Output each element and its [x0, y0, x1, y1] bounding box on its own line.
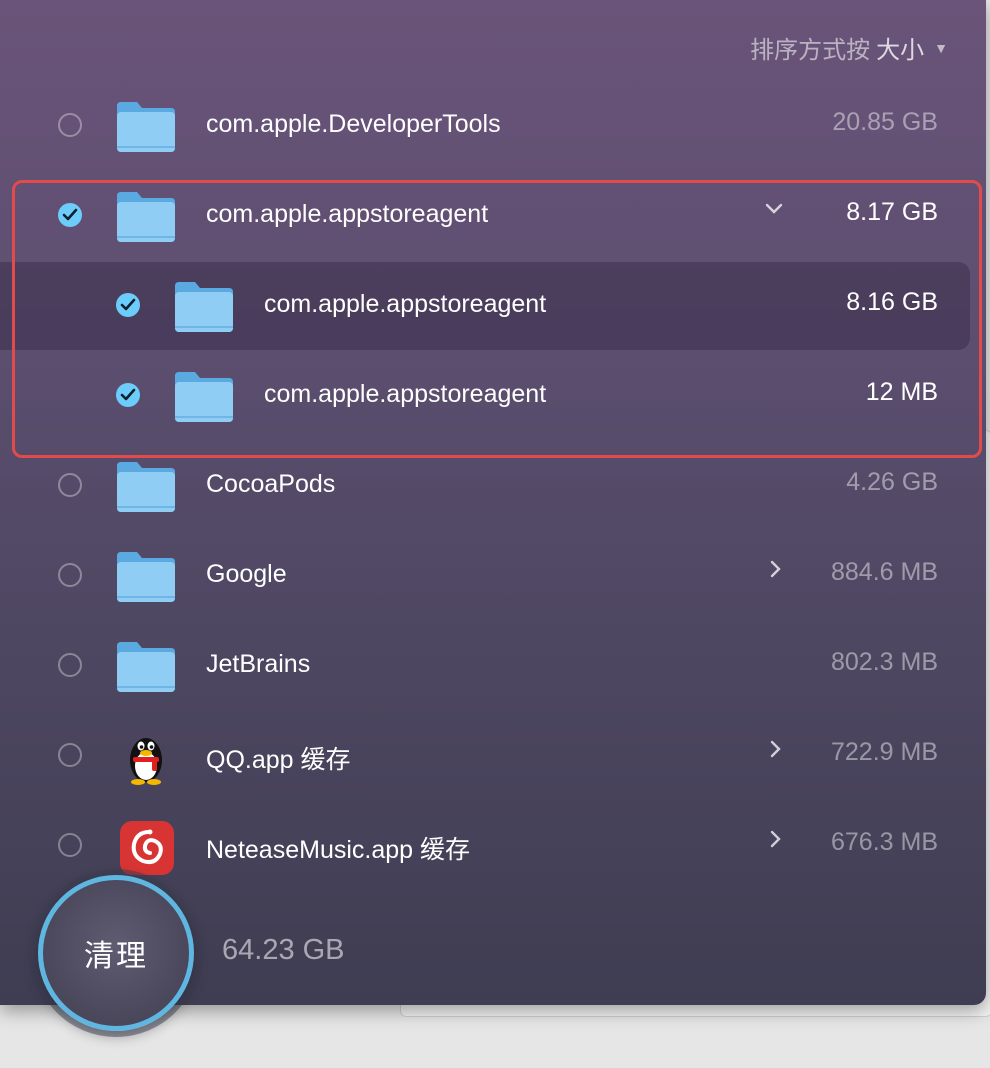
folder-icon [117, 642, 175, 692]
item-size: 802.3 MB [830, 648, 938, 676]
file-list-panel: 排序方式按 大小 ▼ com.apple.DeveloperTools 20.8… [0, 0, 986, 1005]
item-size: 722.9 MB [830, 738, 938, 766]
qq-penguin-icon [130, 738, 162, 785]
sort-label: 排序方式按 [750, 37, 871, 64]
checkbox[interactable] [58, 743, 82, 767]
chevron-right-icon[interactable] [766, 554, 786, 584]
item-name: CocoaPods [206, 470, 336, 498]
item-name: com.apple.DeveloperTools [206, 110, 501, 138]
item-name: JetBrains [206, 650, 311, 678]
chevron-right-icon[interactable] [766, 824, 786, 854]
checkbox[interactable] [58, 473, 82, 497]
folder-icon [117, 102, 175, 152]
netease-music-icon [120, 821, 174, 875]
chevron-right-icon[interactable] [766, 734, 786, 764]
folder-icon [117, 462, 175, 512]
item-size: 676.3 MB [830, 828, 938, 856]
checkbox[interactable] [58, 113, 82, 137]
list-item[interactable]: NeteaseMusic.app 缓存 676.3 MB [0, 802, 986, 892]
checkbox[interactable] [58, 653, 82, 677]
caret-down-icon: ▼ [934, 39, 948, 56]
item-size: 884.6 MB [830, 558, 938, 586]
clean-button[interactable]: 清理 [38, 875, 194, 1031]
item-size: 20.85 GB [832, 108, 938, 136]
folder-icon [117, 552, 175, 602]
sort-value: 大小 [876, 37, 925, 64]
item-name: NeteaseMusic.app 缓存 [206, 836, 471, 864]
total-size: 64.23 GB [222, 934, 345, 966]
list-item[interactable]: Google 884.6 MB [0, 532, 986, 622]
item-name: Google [206, 560, 287, 588]
annotation-highlight-box [12, 180, 982, 458]
item-size: 4.26 GB [846, 468, 938, 496]
sort-dropdown[interactable]: 排序方式按 大小 ▼ [750, 30, 948, 65]
item-name: QQ.app 缓存 [206, 746, 351, 774]
checkbox[interactable] [58, 563, 82, 587]
list-item[interactable]: com.apple.DeveloperTools 20.85 GB [0, 82, 986, 172]
checkbox[interactable] [58, 833, 82, 857]
list-item[interactable]: JetBrains 802.3 MB [0, 622, 986, 712]
list-item[interactable]: QQ.app 缓存 722.9 MB [0, 712, 986, 802]
